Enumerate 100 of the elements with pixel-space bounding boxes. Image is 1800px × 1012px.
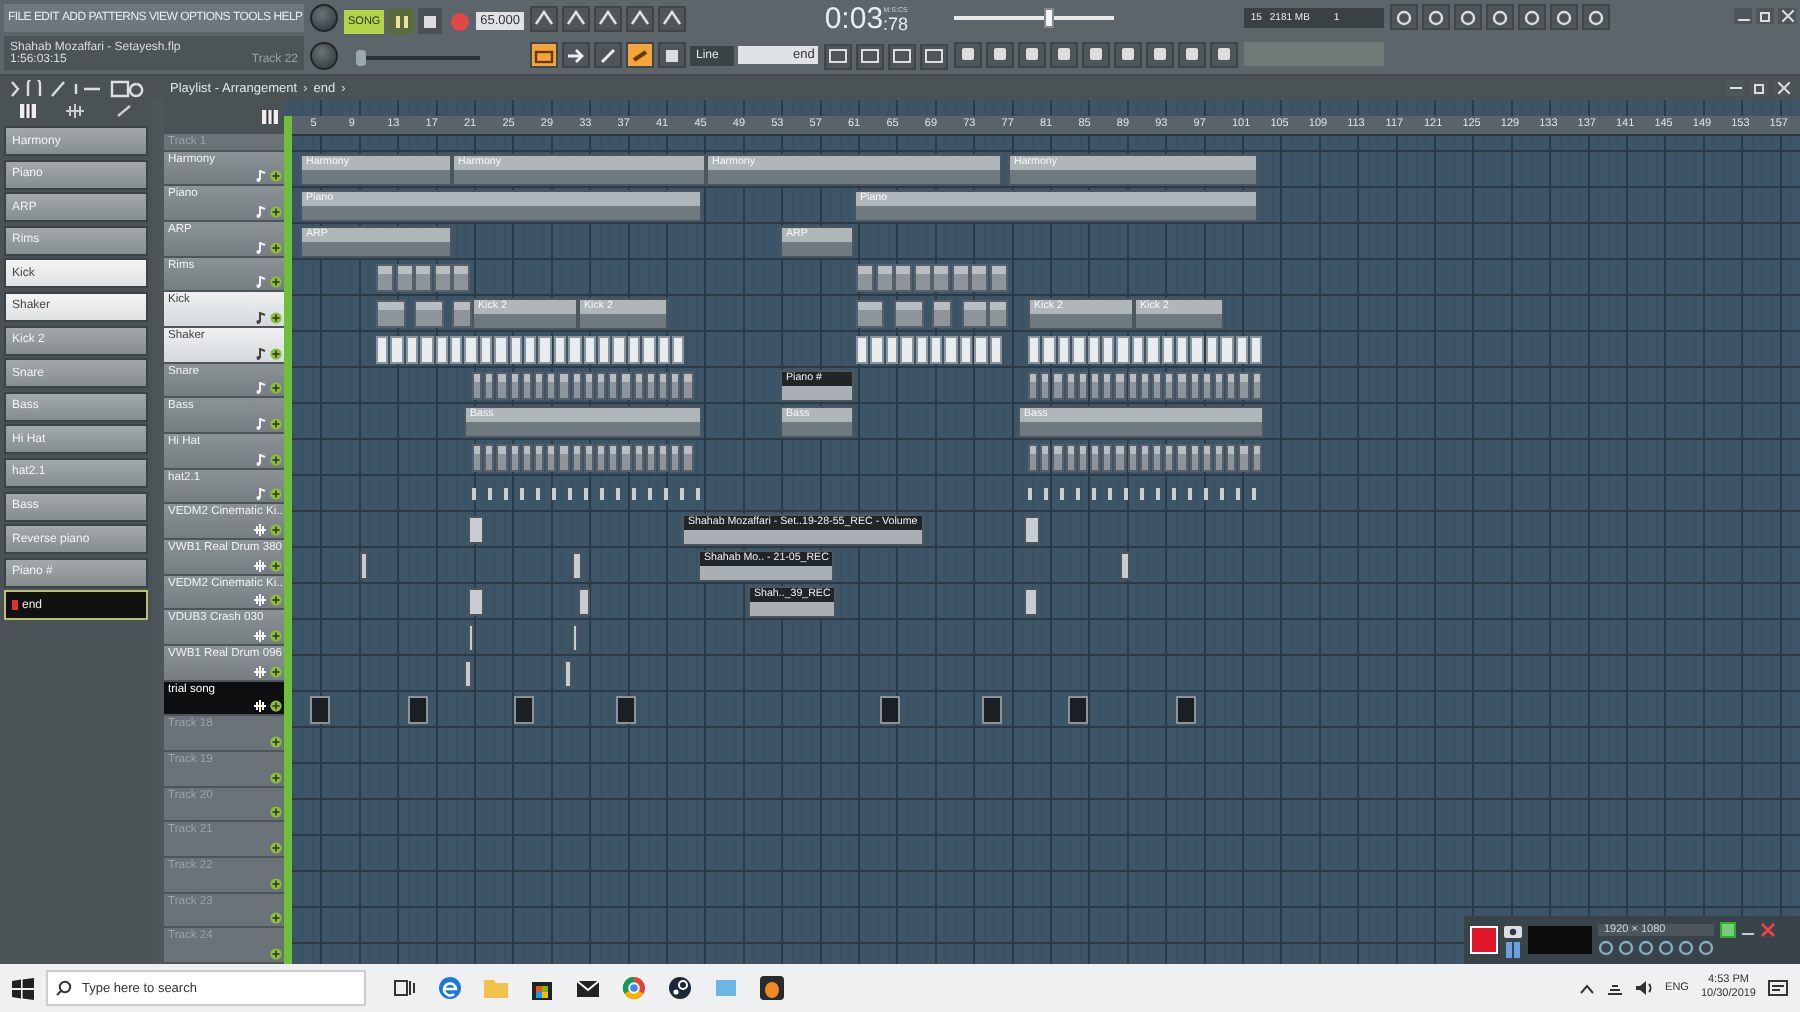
pattern-clip[interactable] [1114,444,1126,472]
track-enable-icon[interactable] [270,241,282,254]
track-enable-icon[interactable] [270,311,282,324]
pattern-clip[interactable] [670,444,681,472]
pattern-clip[interactable] [856,336,869,364]
waveform-icon[interactable] [66,104,85,118]
pattern-clip[interactable] [1161,336,1174,364]
windows-logo-icon[interactable] [12,977,34,999]
close-icon[interactable] [1760,922,1776,938]
pattern-clip[interactable] [982,696,1002,724]
toolbar-button[interactable] [530,42,558,69]
pattern-clip[interactable] [1065,372,1076,400]
pattern-clip[interactable] [880,696,900,724]
toolbar-button[interactable] [562,42,590,69]
pattern-clip[interactable] [1040,372,1051,400]
pattern-clip[interactable] [509,444,520,472]
pattern-clip[interactable] [1176,372,1188,400]
pattern-clip[interactable] [645,444,656,472]
track-enable-icon[interactable] [270,417,282,430]
pattern-clip[interactable] [1238,444,1250,472]
track-enable-icon[interactable] [270,347,282,360]
pattern-clip[interactable] [876,264,894,292]
toolbar-button[interactable] [626,5,654,32]
playlist-tools-icon[interactable] [8,79,148,97]
record-button[interactable] [1470,926,1498,954]
pattern-clip[interactable] [558,444,570,472]
toolbar-button[interactable] [1178,41,1207,67]
pattern-clip[interactable] [642,336,656,364]
pattern-clip[interactable] [633,372,644,400]
pattern-clip[interactable] [509,372,520,400]
pattern-clip[interactable] [509,336,522,364]
pattern-clip[interactable] [1235,336,1248,364]
pattern-clip[interactable] [1102,336,1115,364]
pattern-clip[interactable] [670,372,681,400]
steam-circle-icon[interactable] [668,976,692,1000]
pattern-clip[interactable] [1120,552,1130,580]
pattern-clip[interactable] [360,552,368,580]
track-enable-icon[interactable] [270,877,282,890]
pattern-clip[interactable] [558,372,570,400]
pattern-clip[interactable] [538,336,552,364]
toolbar-button[interactable] [888,43,917,70]
pattern-clip[interactable] [484,372,495,400]
track-enable-icon[interactable] [270,559,282,572]
pattern-clip[interactable] [1176,336,1189,364]
toolbar-button[interactable] [562,5,590,32]
pattern-clip[interactable] [420,336,434,364]
pattern-clip[interactable] [900,336,914,364]
pattern-clip[interactable] [534,372,545,400]
pattern-clip[interactable] [572,552,582,580]
network-icon[interactable] [1605,980,1624,996]
pattern-clip[interactable] [396,264,414,292]
pattern-clip[interactable] [1052,372,1064,400]
toolbar-button[interactable] [920,43,949,70]
pattern-clip[interactable] [1164,372,1175,400]
pattern-clip[interactable] [472,444,483,472]
pause-icon[interactable] [1504,942,1522,958]
pattern-clip[interactable] [1226,444,1237,472]
pattern-clip[interactable] [1190,336,1204,364]
minimize-button[interactable] [1726,80,1744,96]
track-enable-icon[interactable] [270,488,282,501]
pattern-clip[interactable] [524,336,537,364]
track-enable-icon[interactable] [270,841,282,854]
toolbar-button[interactable] [1518,4,1547,30]
pattern-clip[interactable] [1226,372,1237,400]
toolbar-button[interactable] [1050,41,1079,67]
close-button[interactable] [1774,80,1792,96]
pattern-clip[interactable] [856,300,884,328]
track-enable-icon[interactable] [270,453,282,466]
pattern-clip[interactable] [1127,444,1138,472]
toolbar-button[interactable] [594,5,622,32]
task-view-icon[interactable] [394,978,416,998]
toolbar-button[interactable] [658,5,686,32]
pause-button[interactable] [388,8,414,34]
pattern-clip[interactable] [435,336,448,364]
pattern-clip[interactable] [1176,696,1196,724]
track-enable-icon[interactable] [270,947,282,960]
browser-e-icon[interactable] [438,976,462,1000]
fruit-app-icon[interactable] [760,976,784,1000]
pattern-clip[interactable] [408,696,428,724]
track-enable-icon[interactable] [270,700,282,713]
pattern-clip[interactable] [1201,444,1212,472]
pattern-clip[interactable] [1214,372,1225,400]
pattern-clip[interactable] [1077,444,1088,472]
pattern-clip[interactable] [620,444,632,472]
toolbar-button[interactable] [1210,41,1239,67]
pattern-clip[interactable] [870,336,884,364]
pattern-clip[interactable] [452,300,472,328]
track-enable-icon[interactable] [270,382,282,395]
restore-button[interactable] [1756,8,1774,24]
pattern-clip[interactable] [1024,516,1040,544]
pattern-clip[interactable] [1028,444,1039,472]
pattern-clip[interactable] [496,372,508,400]
pattern-clip[interactable] [1189,372,1200,400]
pattern-clip[interactable] [1052,444,1064,472]
pattern-clip[interactable] [1090,444,1101,472]
piano-keys-icon[interactable] [262,109,278,124]
pattern-clip[interactable] [521,444,532,472]
track-enable-icon[interactable] [270,276,282,289]
track-enable-icon[interactable] [270,205,282,218]
pattern-clip[interactable] [564,660,572,688]
